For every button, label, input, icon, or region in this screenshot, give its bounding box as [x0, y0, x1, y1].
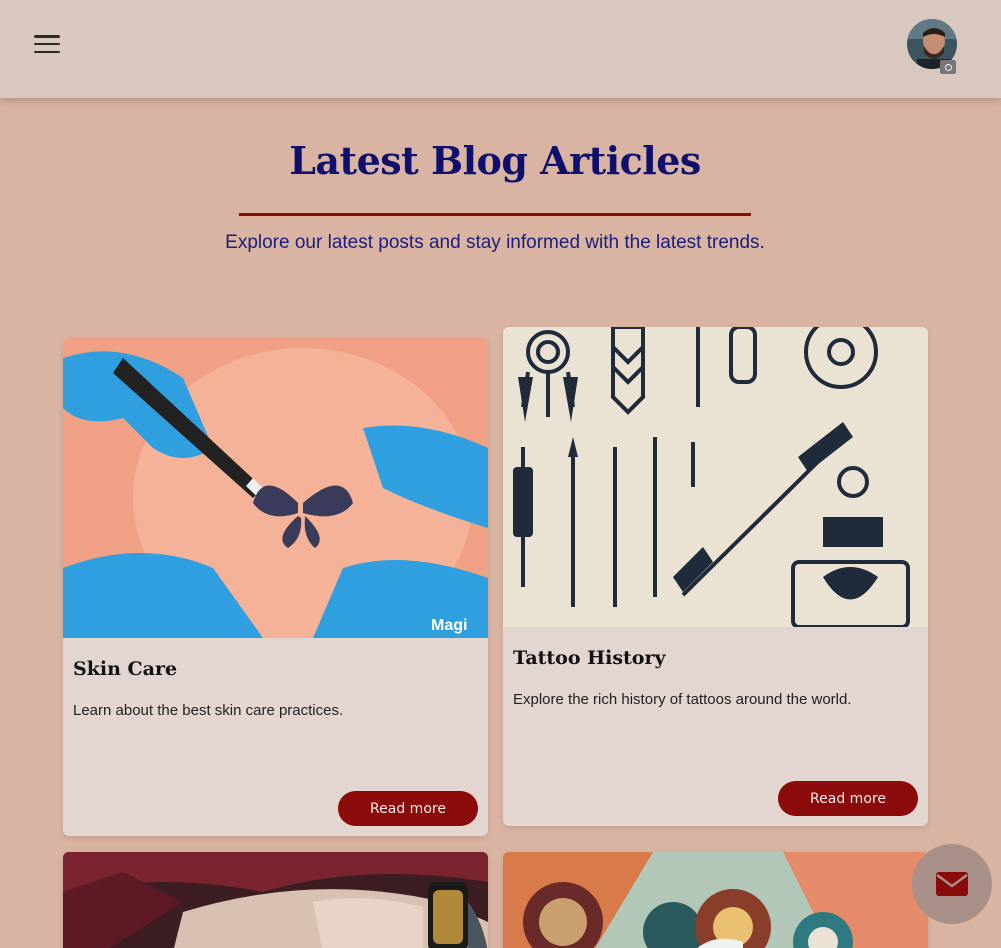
card-title: Tattoo History	[513, 647, 666, 669]
card-description: Explore the rich history of tattoos arou…	[513, 691, 852, 708]
tribal-art-image	[503, 852, 928, 948]
blog-card	[503, 852, 928, 948]
image-watermark: Magi	[431, 617, 467, 634]
card-title: Skin Care	[73, 658, 178, 680]
blog-card	[63, 852, 488, 948]
tattooed-arm-image	[63, 852, 488, 948]
hamburger-menu-icon[interactable]	[34, 33, 60, 55]
top-navbar	[0, 0, 1001, 98]
read-more-button[interactable]: Read more	[778, 781, 918, 816]
title-divider	[239, 213, 751, 216]
skin-care-image: Magi	[63, 338, 488, 638]
page-title: Latest Blog Articles	[289, 138, 701, 183]
contact-mail-button[interactable]	[912, 844, 992, 924]
tattoo-history-image	[503, 327, 928, 627]
camera-icon[interactable]	[940, 60, 956, 74]
page-subtitle: Explore our latest posts and stay inform…	[225, 232, 765, 253]
blog-card-tattoo-history: Tattoo History Explore the rich history …	[503, 327, 928, 826]
blog-card-skin-care: Magi Skin Care Learn about the best skin…	[63, 338, 488, 836]
card-description: Learn about the best skin care practices…	[73, 702, 344, 719]
envelope-icon	[936, 872, 968, 896]
read-more-button[interactable]: Read more	[338, 791, 478, 826]
